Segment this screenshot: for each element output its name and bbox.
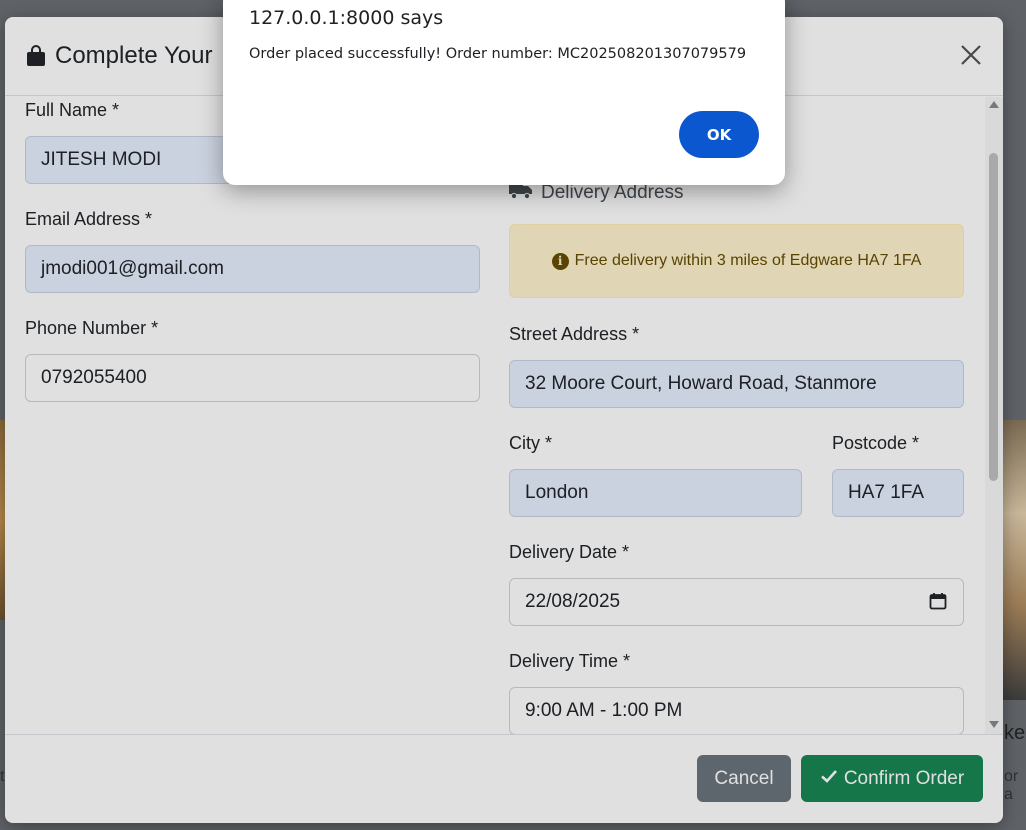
background-image-right [1002, 420, 1026, 700]
background-text: t [0, 768, 5, 785]
ok-button[interactable]: OK [679, 111, 759, 158]
browser-alert-dialog: 127.0.0.1:8000 says Order placed success… [223, 0, 785, 185]
background-text: ke [1004, 722, 1026, 744]
dialog-title: 127.0.0.1:8000 says [249, 7, 444, 29]
background-text: or a [1004, 768, 1019, 803]
dialog-message: Order placed successfully! Order number:… [249, 46, 747, 62]
